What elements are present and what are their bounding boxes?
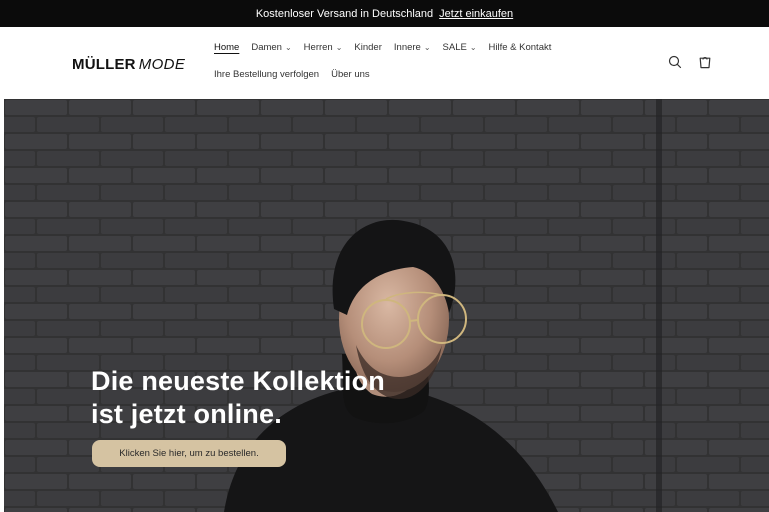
nav-item-label: Home <box>214 42 240 53</box>
logo-light-text: MODE <box>138 56 186 73</box>
nav-item-order-tracking[interactable]: Ihre Bestellung verfolgen <box>214 69 319 80</box>
nav-item-label: Über uns <box>331 69 370 80</box>
announcement-text: Kostenloser Versand in Deutschland <box>255 7 434 20</box>
nav-item-herren[interactable]: Herren ⌄ <box>304 42 343 53</box>
hero-banner: Die neueste Kollektion ist jetzt online.… <box>4 99 769 512</box>
cart-icon[interactable] <box>697 54 713 70</box>
nav-item-sale[interactable]: SALE ⌄ <box>443 42 477 53</box>
brand-logo[interactable]: MÜLLER MODE <box>72 56 185 73</box>
chevron-down-icon: ⌄ <box>469 43 477 52</box>
nav-item-label: Kinder <box>354 42 382 53</box>
hero-title: Die neueste Kollektion ist jetzt online. <box>91 366 385 429</box>
logo-bold-text: MÜLLER <box>72 56 136 73</box>
nav-item-label: Ihre Bestellung verfolgen <box>214 69 320 80</box>
nav-item-innere[interactable]: Innere ⌄ <box>394 42 431 53</box>
chevron-down-icon: ⌄ <box>423 43 431 52</box>
main-nav-row-1: Home Damen ⌄ Herren ⌄ Kinder Innere ⌄ SALE ⌄… <box>214 42 551 53</box>
announcement-bar: Kostenloser Versand in Deutschland Jetzt… <box>0 0 769 27</box>
nav-item-label: Innere <box>393 42 421 53</box>
nav-item-kinder[interactable]: Kinder <box>354 42 381 53</box>
site-header: MÜLLER MODE Home Damen ⌄ Herren ⌄ Kinder In… <box>0 27 769 99</box>
nav-item-damen[interactable]: Damen ⌄ <box>251 42 291 53</box>
nav-item-about[interactable]: Über uns <box>331 69 370 80</box>
nav-item-label: SALE <box>442 42 467 53</box>
nav-item-label: Damen <box>251 42 282 53</box>
chevron-down-icon: ⌄ <box>284 43 292 52</box>
hero-cta-button[interactable]: Klicken Sie hier, um zu bestellen. <box>92 440 286 467</box>
nav-item-label: Hilfe & Kontakt <box>488 42 552 53</box>
search-icon[interactable] <box>667 54 683 70</box>
nav-item-home[interactable]: Home <box>214 42 239 53</box>
nav-item-label: Herren <box>303 42 333 53</box>
announcement-link[interactable]: Jetzt einkaufen <box>439 8 513 20</box>
header-icons <box>667 54 713 70</box>
chevron-down-icon: ⌄ <box>335 43 343 52</box>
nav-item-hilfe-kontakt[interactable]: Hilfe & Kontakt <box>489 42 552 53</box>
main-nav-row-2: Ihre Bestellung verfolgen Über uns <box>214 69 370 80</box>
